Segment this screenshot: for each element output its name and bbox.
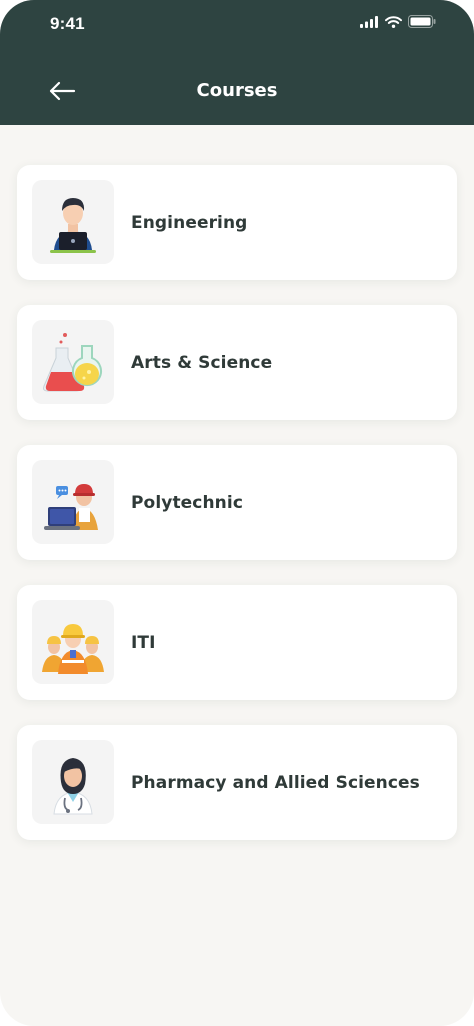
course-card-arts-science[interactable]: Arts & Science [17, 305, 457, 420]
app-header: 9:41 Courses [0, 0, 474, 125]
course-label: Pharmacy and Allied Sciences [131, 772, 420, 793]
workers-helmets-icon [42, 624, 104, 674]
course-label: Arts & Science [131, 352, 273, 373]
course-card-polytechnic[interactable]: Polytechnic [17, 445, 457, 560]
course-icon-box [32, 600, 114, 684]
course-card-pharmacy[interactable]: Pharmacy and Allied Sciences [17, 725, 457, 840]
worker-laptop-icon [44, 484, 98, 530]
wifi-icon [385, 15, 402, 28]
status-icons [360, 15, 436, 28]
phone-screen: 9:41 Courses Engineering Arts & Science … [0, 0, 474, 1026]
signal-icon [360, 15, 378, 28]
course-icon-box [32, 320, 114, 404]
status-bar: 9:41 [0, 0, 474, 48]
course-card-engineering[interactable]: Engineering [17, 165, 457, 280]
page-title: Courses [196, 80, 278, 101]
course-icon-box [32, 740, 114, 824]
course-label: ITI [131, 632, 156, 653]
course-icon-box [32, 180, 114, 264]
course-list: Engineering Arts & Science Polytechnic I… [17, 165, 457, 865]
battery-icon [408, 15, 436, 28]
course-label: Polytechnic [131, 492, 243, 513]
course-card-iti[interactable]: ITI [17, 585, 457, 700]
course-label: Engineering [131, 212, 248, 233]
status-time: 9:41 [50, 14, 85, 33]
flasks-icon [43, 333, 102, 392]
course-icon-box [32, 460, 114, 544]
doctor-icon [53, 758, 93, 815]
engineer-laptop-icon [50, 198, 96, 253]
